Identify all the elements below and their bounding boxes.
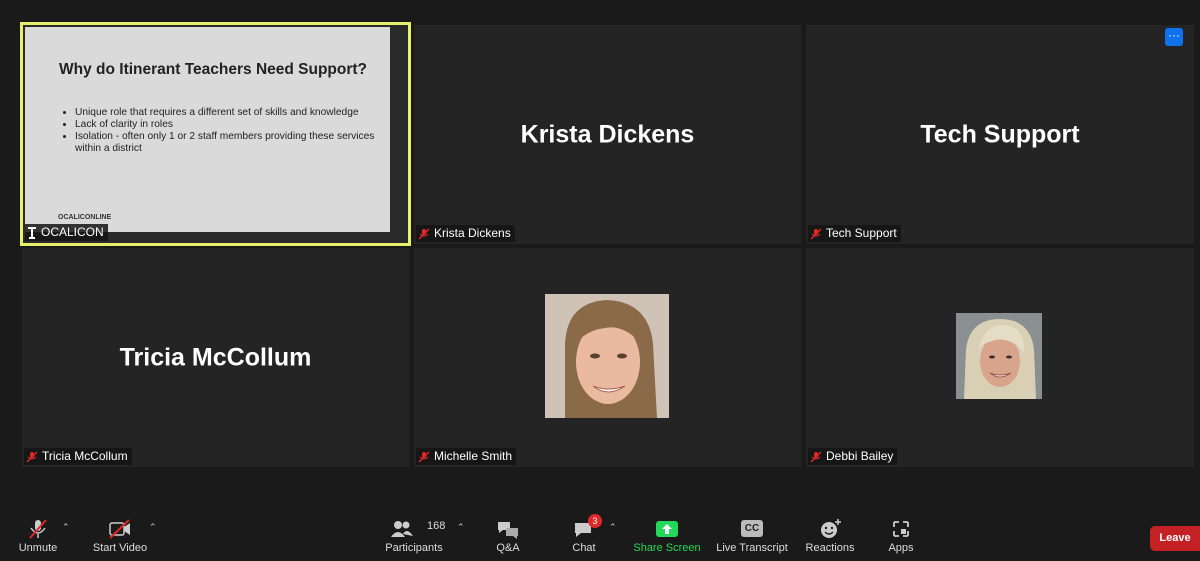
participants-label: Participants	[385, 542, 443, 554]
participants-count: 168	[427, 520, 446, 532]
unmute-label: Unmute	[18, 542, 58, 554]
participants-options-caret[interactable]: ⌃	[457, 522, 465, 533]
slide-bullet: Isolation - often only 1 or 2 staff memb…	[75, 131, 385, 155]
participants-icon	[391, 521, 413, 537]
mic-muted-icon	[26, 450, 38, 463]
apps-icon	[893, 521, 909, 537]
share-screen-label: Share Screen	[633, 542, 701, 554]
participant-avatar	[545, 294, 669, 418]
video-tile-tech-support[interactable]: ··· Tech Support Tech Support	[806, 25, 1194, 244]
participant-nametag: OCALICON	[25, 224, 108, 241]
qa-icon	[498, 522, 518, 539]
participant-nametag: Michelle Smith	[416, 448, 517, 465]
audio-options-caret[interactable]: ⌃	[62, 522, 70, 533]
mic-muted-icon	[418, 227, 430, 240]
slide-bullet: Lack of clarity in roles	[75, 119, 385, 131]
participant-avatar	[956, 313, 1042, 399]
apps-label: Apps	[888, 542, 914, 554]
video-options-caret[interactable]: ⌃	[149, 522, 157, 533]
slide-title: Why do Itinerant Teachers Need Support?	[59, 61, 368, 78]
mic-muted-icon	[810, 450, 822, 463]
qa-label: Q&A	[496, 542, 520, 554]
video-tile-krista-dickens[interactable]: Krista Dickens Krista Dickens	[414, 25, 801, 244]
video-tile-debbi-bailey[interactable]: Debbi Bailey	[806, 248, 1194, 467]
participant-name: Michelle Smith	[434, 449, 513, 463]
meeting-toolbar: Unmute ⌃ Start Video ⌃ 168 Participants …	[0, 500, 1200, 561]
shared-slide: Why do Itinerant Teachers Need Support? …	[25, 27, 390, 232]
start-video-label: Start Video	[92, 542, 148, 554]
chat-options-caret[interactable]: ⌃	[609, 522, 617, 533]
participant-display-name: Tech Support	[920, 120, 1080, 148]
mic-muted-icon	[29, 519, 47, 539]
participant-nametag: Krista Dickens	[416, 225, 515, 242]
leave-button[interactable]: Leave	[1150, 526, 1200, 551]
video-tile-ocalicon[interactable]: Why do Itinerant Teachers Need Support? …	[20, 22, 411, 246]
share-screen-icon	[656, 521, 678, 537]
participant-display-name: Tricia McCollum	[119, 343, 312, 371]
video-tile-tricia-mccollum[interactable]: Tricia McCollum Tricia McCollum	[22, 248, 409, 467]
mic-muted-icon	[418, 450, 430, 463]
slide-logo: OCALICONLINE	[58, 214, 112, 221]
slide-bullet: Unique role that requires a different se…	[75, 107, 385, 119]
participant-nametag: Debbi Bailey	[808, 448, 898, 465]
participant-name: Krista Dickens	[434, 226, 511, 240]
chat-unread-badge: 3	[588, 514, 602, 528]
participant-nametag: Tech Support	[808, 225, 901, 242]
reactions-label: Reactions	[805, 542, 855, 554]
video-tile-michelle-smith[interactable]: Michelle Smith	[414, 248, 801, 467]
participant-nametag: Tricia McCollum	[24, 448, 132, 465]
chat-label: Chat	[572, 542, 596, 554]
reactions-icon	[821, 519, 841, 538]
slide-bullets: Unique role that requires a different se…	[59, 107, 385, 155]
video-off-icon	[109, 519, 130, 539]
closed-caption-icon: CC	[741, 520, 763, 537]
mic-muted-icon	[810, 227, 822, 240]
participant-name: Tricia McCollum	[42, 449, 128, 463]
participant-display-name: Krista Dickens	[520, 120, 695, 148]
participant-name: Tech Support	[826, 226, 897, 240]
participant-name: OCALICON	[41, 225, 104, 239]
presenter-icon	[28, 226, 36, 239]
more-options-button[interactable]: ···	[1165, 28, 1183, 46]
live-transcript-label: Live Transcript	[716, 542, 788, 554]
participant-name: Debbi Bailey	[826, 449, 894, 463]
